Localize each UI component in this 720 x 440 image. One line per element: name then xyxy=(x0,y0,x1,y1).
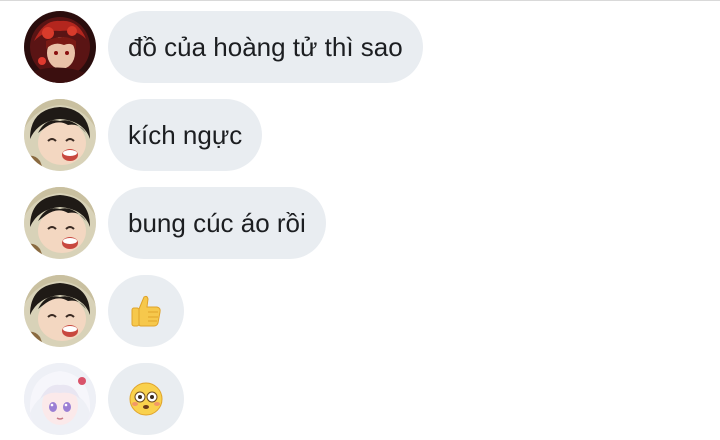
avatar-smiling-boy-icon xyxy=(24,275,96,347)
chat-thread: đồ của hoàng tử thì sao kích ngực bung c… xyxy=(0,0,720,440)
flushed-face-icon xyxy=(129,382,163,416)
message-bubble[interactable]: đồ của hoàng tử thì sao xyxy=(108,11,423,83)
message-bubble[interactable] xyxy=(108,363,184,435)
avatar[interactable] xyxy=(24,11,96,83)
avatar-smiling-boy-icon xyxy=(24,187,96,259)
message-row xyxy=(0,275,720,347)
avatar[interactable] xyxy=(24,99,96,171)
message-bubble[interactable]: kích ngực xyxy=(108,99,263,171)
avatar-smiling-boy-icon xyxy=(24,99,96,171)
message-bubble[interactable] xyxy=(108,275,184,347)
message-text: bung cúc áo rồi xyxy=(128,207,306,238)
avatar[interactable] xyxy=(24,275,96,347)
message-row: đồ của hoàng tử thì sao xyxy=(0,11,720,83)
message-row: kích ngực xyxy=(0,99,720,171)
message-bubble[interactable]: bung cúc áo rồi xyxy=(108,187,326,259)
message-text: đồ của hoàng tử thì sao xyxy=(128,31,403,62)
message-text: kích ngực xyxy=(128,119,243,150)
avatar[interactable] xyxy=(24,363,96,435)
message-row xyxy=(0,363,720,435)
thumbs-up-icon xyxy=(131,295,161,327)
message-row: bung cúc áo rồi xyxy=(0,187,720,259)
avatar-white-hair-girl-icon xyxy=(24,363,96,435)
avatar-red-anime-icon xyxy=(24,11,96,83)
avatar[interactable] xyxy=(24,187,96,259)
